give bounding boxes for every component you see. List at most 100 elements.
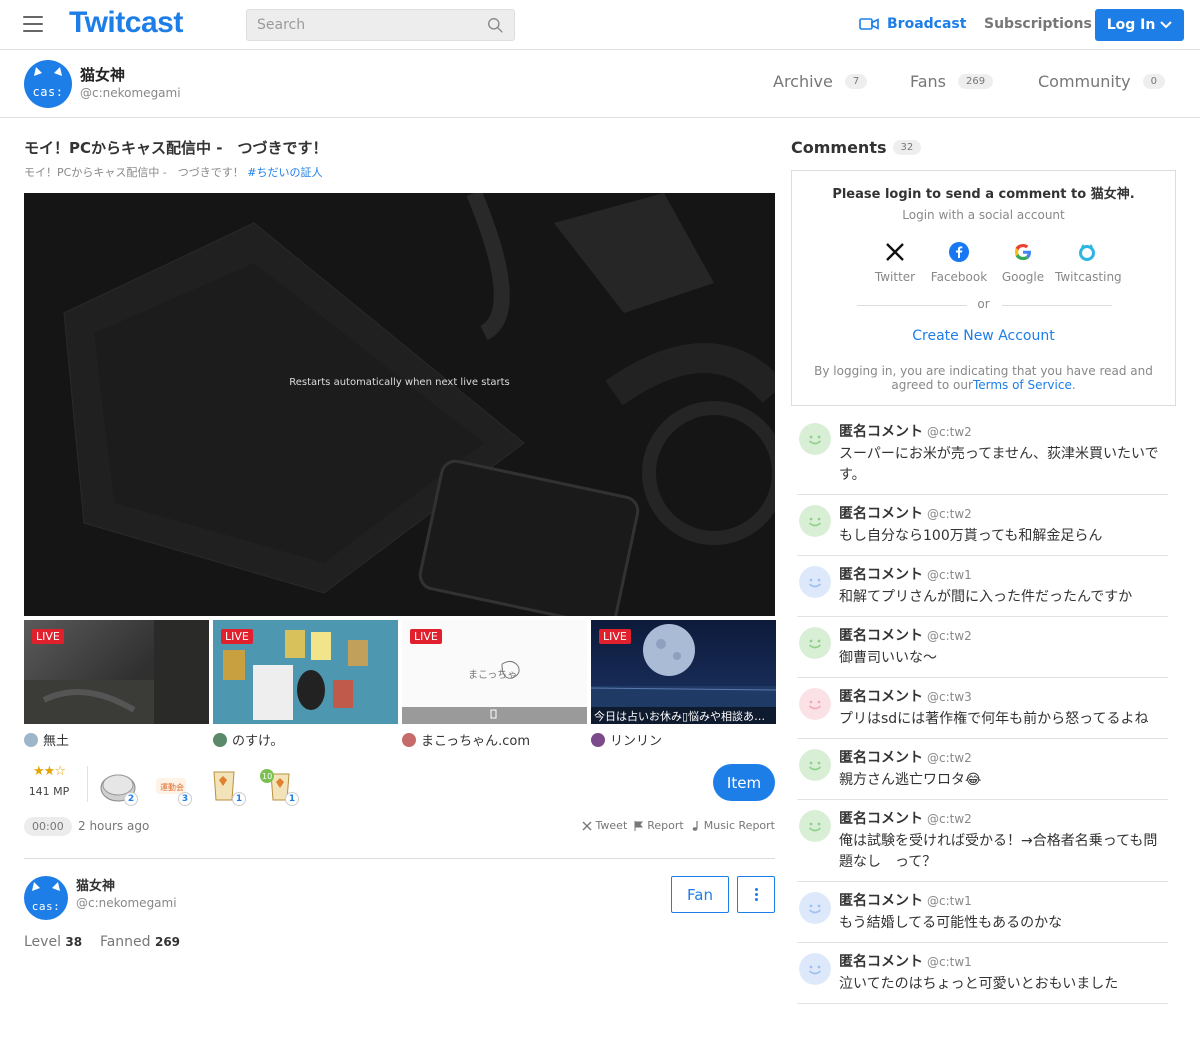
- stream-actions: Tweet Report Music Report: [582, 819, 775, 832]
- owner-avatar: [591, 732, 605, 747]
- live-owner[interactable]: 無土: [24, 730, 209, 749]
- search-box[interactable]: [246, 9, 515, 41]
- comment-author[interactable]: 匿名コメント @c:tw3: [839, 686, 1168, 706]
- elapsed-time: 00:00: [24, 817, 72, 836]
- svg-text:10: 10: [262, 772, 272, 781]
- comment-author[interactable]: 匿名コメント @c:tw2: [839, 808, 1168, 828]
- owner-stats: Level 38 Fanned 269: [24, 934, 181, 950]
- cat-ears-icon: [32, 882, 60, 891]
- live-thumbnail[interactable]: LIVE 今日は占いお休み▯悩みや相談ある方どうぞ！: [591, 620, 776, 724]
- comment-item: 匿名コメント @c:tw2 スーパーにお米が売ってません、荻津米買いたいです。: [797, 413, 1168, 495]
- comment-author[interactable]: 匿名コメント @c:tw1: [839, 564, 1168, 584]
- login-subtitle: Login with a social account: [902, 208, 1065, 222]
- gift-item[interactable]: 10 1: [259, 768, 299, 806]
- tab-community[interactable]: Community 0: [1038, 72, 1165, 91]
- started-ago: 2 hours ago: [78, 819, 150, 833]
- comment-author[interactable]: 匿名コメント @c:tw1: [839, 951, 1168, 971]
- terms-of-service-link[interactable]: Terms of Service: [973, 378, 1072, 392]
- comment-item: 匿名コメント @c:tw2 親方さん逃亡ワロタ😂: [797, 739, 1168, 800]
- live-owner[interactable]: のすけ。: [213, 730, 398, 749]
- tab-fans[interactable]: Fans 269: [910, 72, 1038, 91]
- channel-id: @c:nekomegami: [80, 86, 181, 100]
- menu-icon[interactable]: [23, 16, 43, 32]
- broadcast-link[interactable]: Broadcast: [859, 16, 966, 32]
- smiley-avatar-icon[interactable]: [799, 953, 831, 985]
- comment-text: 泣いてたのはちょっと可愛いとおもいました: [839, 976, 1119, 992]
- live-owner[interactable]: リンリン: [591, 730, 776, 749]
- related-live-card[interactable]: LIVE 今日は占いお休み▯悩みや相談ある方どうぞ！ リンリン: [591, 620, 776, 749]
- smiley-avatar-icon[interactable]: [799, 749, 831, 781]
- comment-list: 匿名コメント @c:tw2 スーパーにお米が売ってません、荻津米買いたいです。 匿名コ…: [797, 413, 1168, 1004]
- channel-tabs: Archive 7 Fans 269 Community 0: [773, 72, 1165, 91]
- comment-author[interactable]: 匿名コメント @c:tw2: [839, 503, 1168, 523]
- twitcasting-login[interactable]: Twitcasting: [1055, 241, 1122, 284]
- comment-author[interactable]: 匿名コメント @c:tw1: [839, 890, 1168, 910]
- live-thumbnail[interactable]: LIVE: [213, 620, 398, 724]
- comment-author[interactable]: 匿名コメント @c:tw2: [839, 421, 1168, 441]
- divider: [1002, 305, 1112, 306]
- stream-meta: 00:00 2 hours ago Tweet Report Music Rep…: [24, 816, 775, 838]
- gift-count: 1: [232, 792, 246, 806]
- comment-author-id: @c:tw1: [927, 894, 972, 908]
- comment-text: 和解てプリさんが間に入った件だったんですか: [839, 589, 1133, 605]
- fan-button[interactable]: Fan: [671, 876, 729, 913]
- divider: [24, 858, 775, 859]
- tweet-link[interactable]: Tweet: [582, 819, 627, 832]
- comments-count: 32: [892, 140, 922, 155]
- report-link[interactable]: Report: [634, 819, 684, 832]
- comment-item: 匿名コメント @c:tw2 俺は試験を受ければ受かる！→合格者名乗っても問題なし っ…: [797, 800, 1168, 882]
- smiley-avatar-icon[interactable]: [799, 505, 831, 537]
- subscriptions-link[interactable]: Subscriptions: [984, 16, 1092, 32]
- hashtag-link[interactable]: #ちだいの証人: [247, 166, 322, 179]
- google-login[interactable]: Google: [991, 241, 1055, 284]
- social-logins: Twitter Facebook Google Twitcasting: [863, 241, 1122, 284]
- smiley-avatar-icon[interactable]: [799, 810, 831, 842]
- smiley-avatar-icon[interactable]: [799, 892, 831, 924]
- live-owner[interactable]: まこっちゃん.com: [402, 730, 587, 749]
- live-badge: LIVE: [221, 629, 253, 644]
- channel-name[interactable]: 猫女神: [80, 64, 125, 85]
- more-options-button[interactable]: [737, 876, 775, 913]
- tab-count: 269: [958, 74, 994, 89]
- twitter-login[interactable]: Twitter: [863, 241, 927, 284]
- owner-avatar: [213, 732, 227, 747]
- membership-points[interactable]: ★★☆ 141 MP: [24, 764, 74, 798]
- gift-item[interactable]: 1: [206, 768, 246, 806]
- owner-avatar[interactable]: cas:: [24, 876, 68, 920]
- gift-item[interactable]: 運動会 3: [152, 768, 192, 806]
- live-thumbnail[interactable]: LIVE: [24, 620, 209, 724]
- channel-header: cas: 猫女神 @c:nekomegami Archive 7 Fans 269 …: [0, 50, 1200, 118]
- related-live-card[interactable]: LIVE 無土: [24, 620, 209, 749]
- logo[interactable]: Twitcast: [69, 6, 183, 40]
- search-icon[interactable]: [487, 17, 504, 34]
- login-button[interactable]: Log In: [1095, 9, 1184, 41]
- video-player[interactable]: Restarts automatically when next live st…: [24, 193, 775, 616]
- smiley-avatar-icon[interactable]: [799, 566, 831, 598]
- comment-text: もう結婚してる可能性もあるのかな: [839, 915, 1063, 931]
- tab-count: 7: [844, 74, 868, 89]
- music-note-icon: [692, 820, 698, 831]
- comment-author[interactable]: 匿名コメント @c:tw2: [839, 747, 1168, 767]
- comment-item: 匿名コメント @c:tw1 もう結婚してる可能性もあるのかな: [797, 882, 1168, 943]
- tab-archive[interactable]: Archive 7: [773, 72, 910, 91]
- owner-avatar: [402, 732, 416, 747]
- flag-icon: [634, 820, 644, 831]
- related-live-card[interactable]: まこっちゃ LIVE まこっちゃん.com: [402, 620, 587, 749]
- search-input[interactable]: [247, 10, 467, 40]
- live-thumbnail[interactable]: まこっちゃ LIVE: [402, 620, 587, 724]
- smiley-avatar-icon[interactable]: [799, 627, 831, 659]
- item-button[interactable]: Item: [713, 764, 775, 801]
- smiley-avatar-icon[interactable]: [799, 688, 831, 720]
- create-account-link[interactable]: Create New Account: [792, 328, 1175, 344]
- related-live-card[interactable]: LIVE のすけ。: [213, 620, 398, 749]
- login-prompt: Please login to send a comment to 猫女神.: [832, 187, 1135, 202]
- x-icon: [886, 243, 904, 261]
- smiley-avatar-icon[interactable]: [799, 423, 831, 455]
- comment-author[interactable]: 匿名コメント @c:tw2: [839, 625, 1168, 645]
- broadcast-label: Broadcast: [887, 16, 967, 32]
- music-report-link[interactable]: Music Report: [691, 819, 775, 832]
- gift-item[interactable]: 2: [98, 768, 138, 806]
- facebook-login[interactable]: Facebook: [927, 241, 991, 284]
- channel-avatar[interactable]: cas:: [24, 60, 72, 108]
- owner-name[interactable]: 猫女神: [76, 875, 115, 894]
